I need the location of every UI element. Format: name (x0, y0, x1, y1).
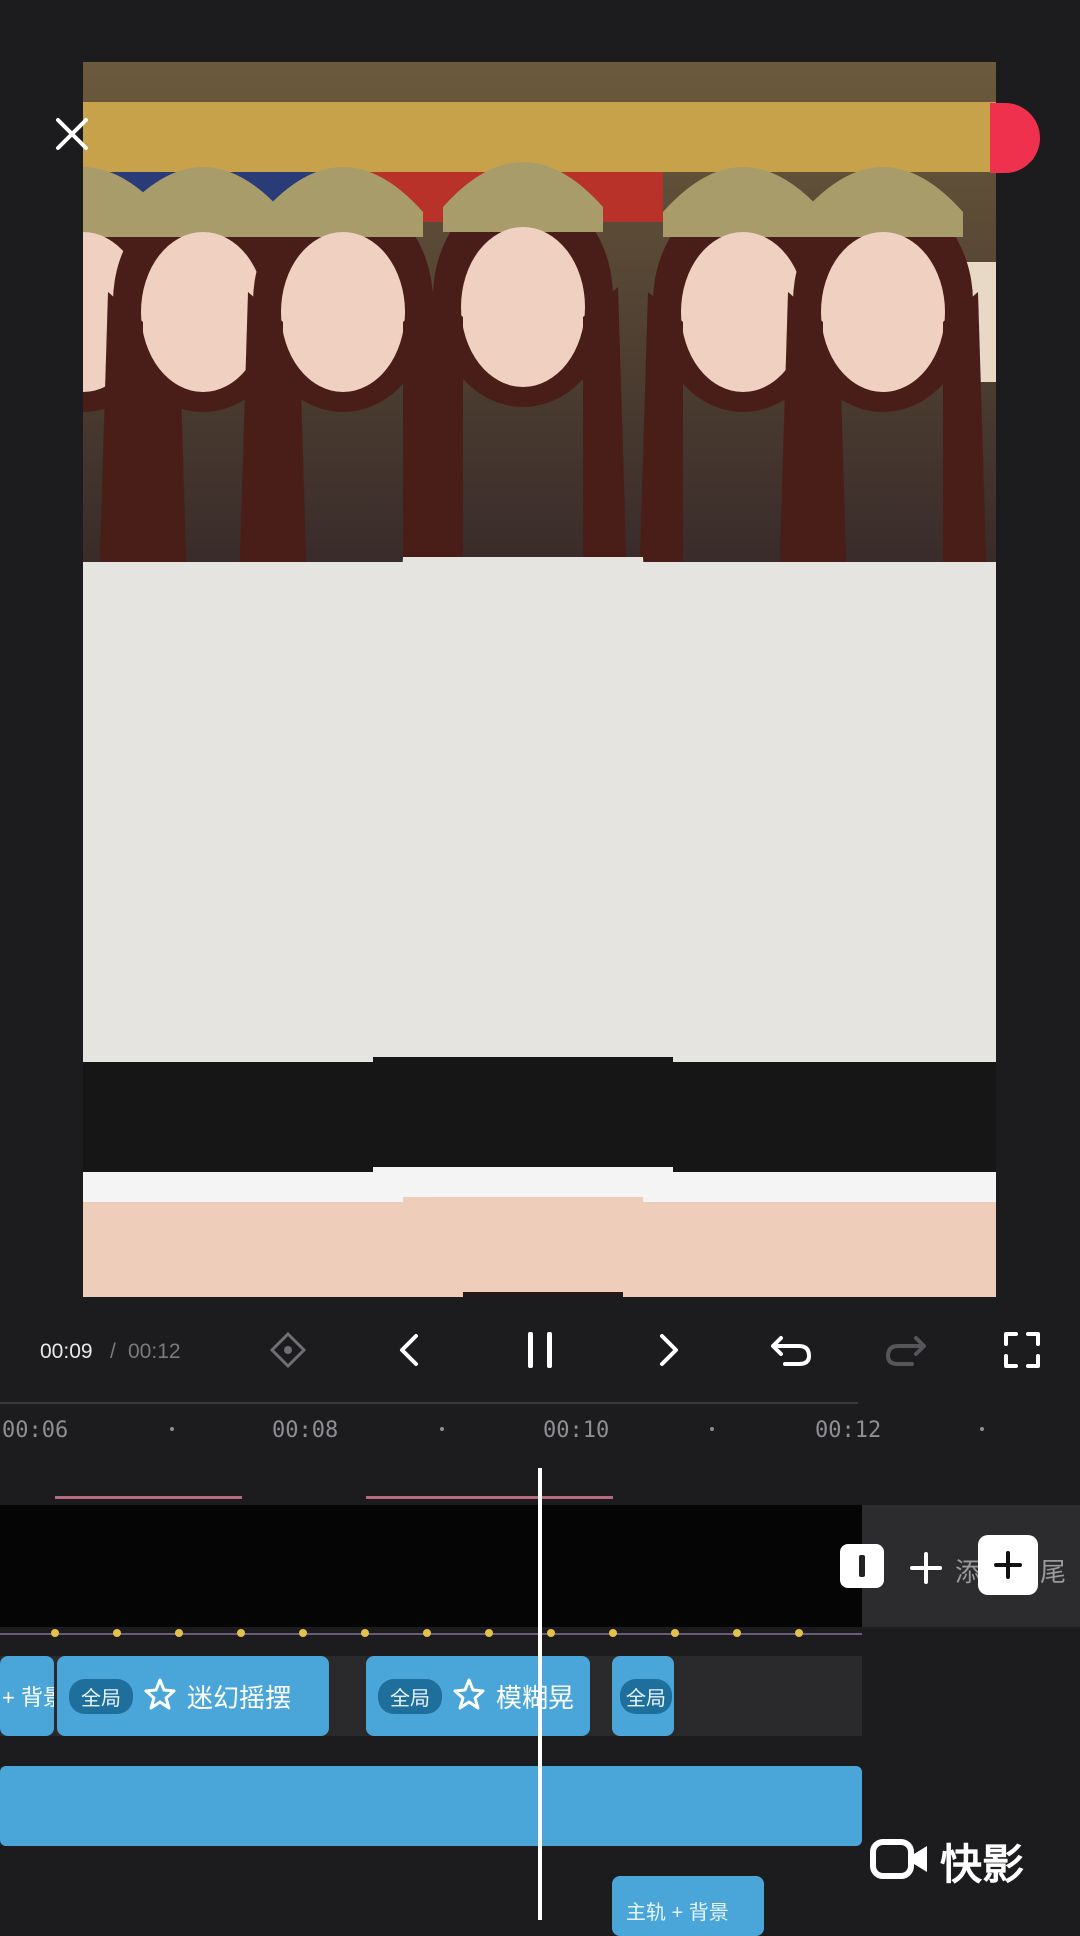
timeline-dot (980, 1427, 984, 1431)
playhead[interactable] (538, 1468, 542, 1920)
keyframe-dot[interactable] (361, 1629, 369, 1637)
kuaiying-logo-icon (870, 1836, 930, 1887)
current-time: 00:09 (40, 1340, 93, 1363)
undo-icon[interactable] (763, 1322, 819, 1378)
effect-clip[interactable]: 全局 迷幻摇摆 (57, 1656, 329, 1736)
effect-clip-label: + 背景 (2, 1685, 54, 1710)
audio-clip-label: 主轨 + 背景 (626, 1902, 729, 1924)
keyframe-dot[interactable] (113, 1629, 121, 1637)
timeline-tick: 00:06 (2, 1418, 69, 1443)
keyframe-dot[interactable] (485, 1629, 493, 1637)
sparkle-icon (452, 1677, 486, 1716)
effect-clip[interactable]: 全局 模糊晃 (366, 1656, 590, 1736)
clip-handle[interactable] (840, 1544, 884, 1588)
keyframe-dot[interactable] (175, 1629, 183, 1637)
timeline-tick: 00:08 (272, 1418, 339, 1443)
keyframe-dot[interactable] (609, 1629, 617, 1637)
add-clip-button[interactable] (978, 1535, 1038, 1595)
add-ending-label-tail: 尾 (1040, 1557, 1067, 1587)
plus-icon[interactable] (906, 1548, 946, 1588)
effect-clip[interactable]: 全局 (612, 1656, 674, 1736)
app-watermark: 快影 (870, 1836, 1024, 1888)
timeline-dot (710, 1427, 714, 1431)
audio-marker (366, 1496, 613, 1499)
keyframe-dot[interactable] (795, 1629, 803, 1637)
sparkle-icon (143, 1677, 177, 1716)
keyframe-dot[interactable] (733, 1629, 741, 1637)
close-icon[interactable] (50, 112, 94, 156)
timeline-dot (170, 1427, 174, 1431)
effect-clip-label: 迷幻摇摆 (187, 1682, 292, 1713)
watermark-text: 快影 (940, 1840, 1025, 1888)
keyframe-dot[interactable] (671, 1629, 679, 1637)
pause-icon[interactable] (512, 1322, 568, 1378)
keyframe-dot[interactable] (237, 1629, 245, 1637)
effect-clip-label: 模糊晃 (496, 1682, 575, 1713)
total-time: 00:12 (128, 1340, 181, 1363)
timeline-dot (440, 1427, 444, 1431)
chevron-left-icon[interactable] (382, 1322, 438, 1378)
redo-icon[interactable] (878, 1322, 934, 1378)
keyframe-diamond-icon[interactable] (260, 1322, 316, 1378)
timeline-tick: 00:10 (543, 1418, 610, 1443)
chevron-right-icon[interactable] (640, 1322, 696, 1378)
audio-clip[interactable]: 主轨 + 背景 (612, 1876, 764, 1936)
keyframe-dot[interactable] (547, 1629, 555, 1637)
audio-marker (55, 1496, 242, 1499)
timeline-ruler (0, 1402, 858, 1404)
keyframe-dot[interactable] (51, 1629, 59, 1637)
effect-clip[interactable]: + 背景 (0, 1656, 54, 1736)
keyframe-dot[interactable] (299, 1629, 307, 1637)
time-separator: / (110, 1340, 116, 1363)
scope-badge: 全局 (69, 1678, 133, 1714)
fullscreen-icon[interactable] (994, 1322, 1050, 1378)
keyframe-dot[interactable] (423, 1629, 431, 1637)
video-frame[interactable] (83, 62, 996, 1297)
scope-badge: 全局 (620, 1678, 672, 1714)
video-track[interactable] (0, 1505, 862, 1627)
main-track-clip[interactable] (0, 1766, 862, 1846)
scope-badge: 全局 (378, 1678, 442, 1714)
timeline-tick: 00:12 (815, 1418, 882, 1443)
